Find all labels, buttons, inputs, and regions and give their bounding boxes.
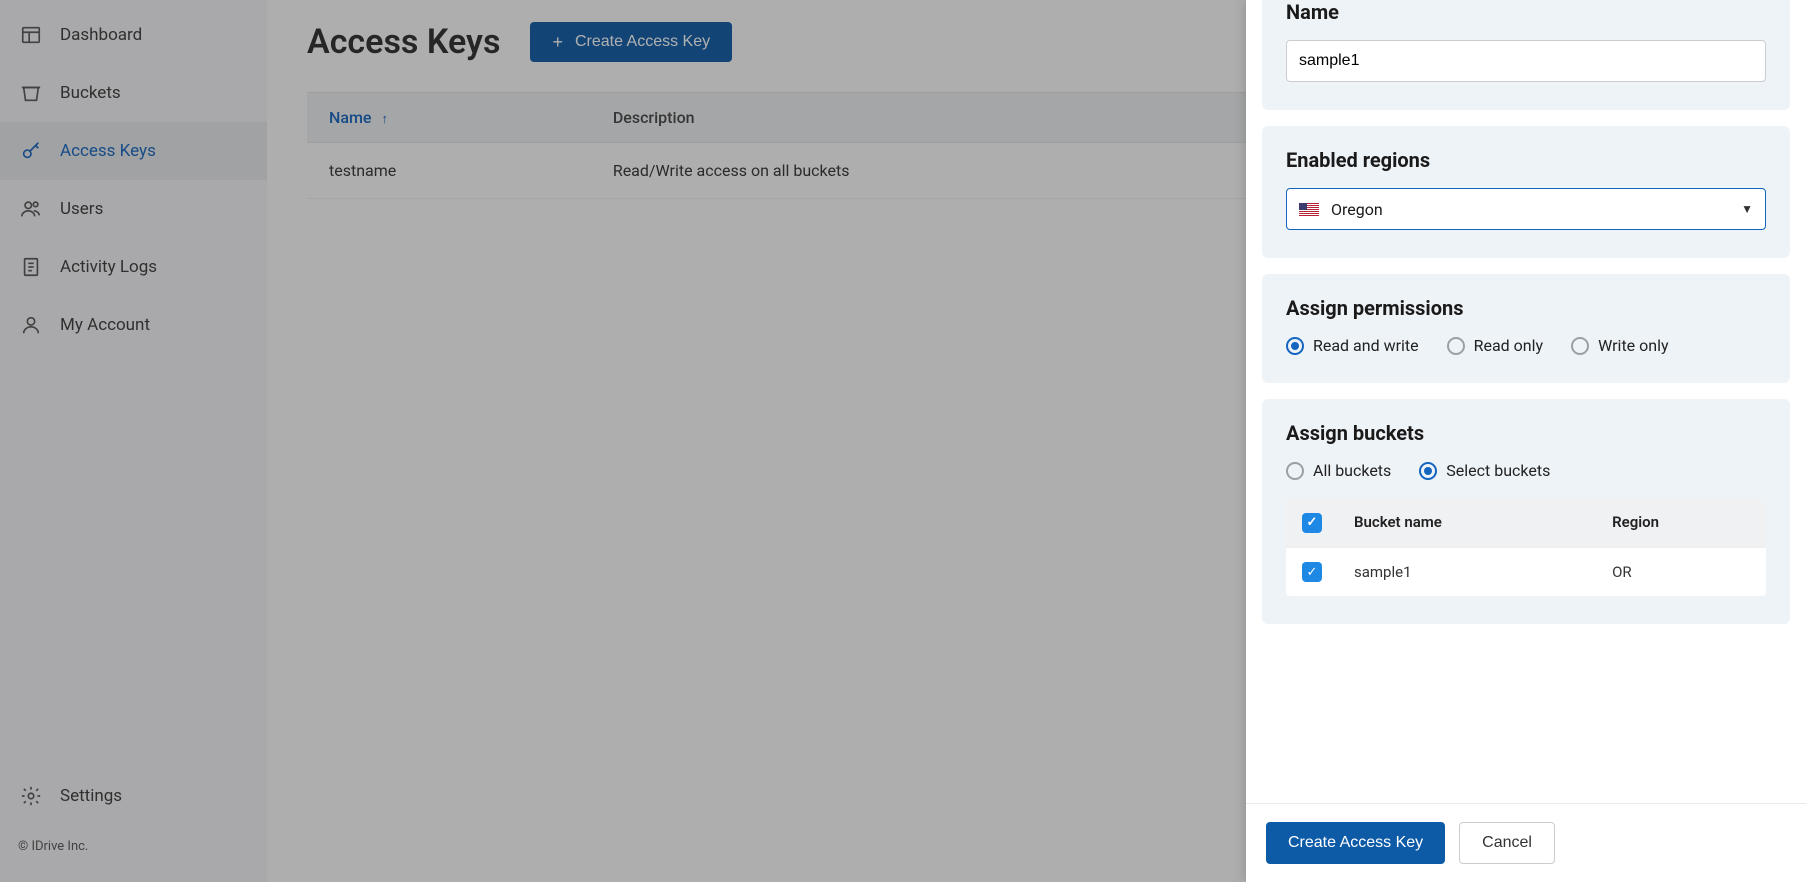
panel-permissions: Assign permissions Read and write Read o… (1262, 274, 1790, 383)
region-select[interactable]: Oregon ▼ (1286, 188, 1766, 230)
radio-icon (1286, 462, 1304, 480)
radio-icon (1419, 462, 1437, 480)
radio-label: Read and write (1313, 336, 1419, 355)
region-selected-label: Oregon (1331, 200, 1383, 219)
radio-icon (1571, 337, 1589, 355)
radio-icon (1447, 337, 1465, 355)
name-label: Name (1286, 0, 1766, 24)
radio-read-write[interactable]: Read and write (1286, 336, 1419, 355)
bucket-region-cell: OR (1596, 547, 1766, 596)
radio-read-only[interactable]: Read only (1447, 336, 1543, 355)
drawer-footer: Create Access Key Cancel (1246, 803, 1806, 882)
bucket-col-name: Bucket name (1338, 498, 1596, 547)
panel-name: Name (1262, 0, 1790, 110)
radio-select-buckets[interactable]: Select buckets (1419, 461, 1550, 480)
bucket-row[interactable]: ✓ sample1 OR (1286, 547, 1766, 596)
radio-label: Read only (1474, 336, 1543, 355)
bucket-table: ✓ Bucket name Region ✓ sample1 OR (1286, 498, 1766, 596)
radio-icon (1286, 337, 1304, 355)
chevron-down-icon: ▼ (1741, 202, 1753, 216)
us-flag-icon (1299, 203, 1319, 216)
buckets-label: Assign buckets (1286, 421, 1766, 445)
bucket-row-checkbox[interactable]: ✓ (1302, 562, 1322, 582)
select-all-checkbox[interactable]: ✓ (1302, 513, 1322, 533)
permissions-label: Assign permissions (1286, 296, 1766, 320)
create-access-key-drawer: Name Enabled regions Oregon ▼ Assign per… (1246, 0, 1806, 882)
radio-label: Write only (1598, 336, 1668, 355)
cancel-button[interactable]: Cancel (1459, 822, 1555, 864)
bucket-col-region: Region (1596, 498, 1766, 547)
panel-regions: Enabled regions Oregon ▼ (1262, 126, 1790, 258)
submit-button[interactable]: Create Access Key (1266, 822, 1445, 864)
radio-all-buckets[interactable]: All buckets (1286, 461, 1391, 480)
regions-label: Enabled regions (1286, 148, 1766, 172)
bucket-name-cell: sample1 (1338, 547, 1596, 596)
name-input[interactable] (1286, 40, 1766, 82)
radio-label: Select buckets (1446, 461, 1550, 480)
radio-write-only[interactable]: Write only (1571, 336, 1668, 355)
panel-buckets: Assign buckets All buckets Select bucket… (1262, 399, 1790, 624)
radio-label: All buckets (1313, 461, 1391, 480)
